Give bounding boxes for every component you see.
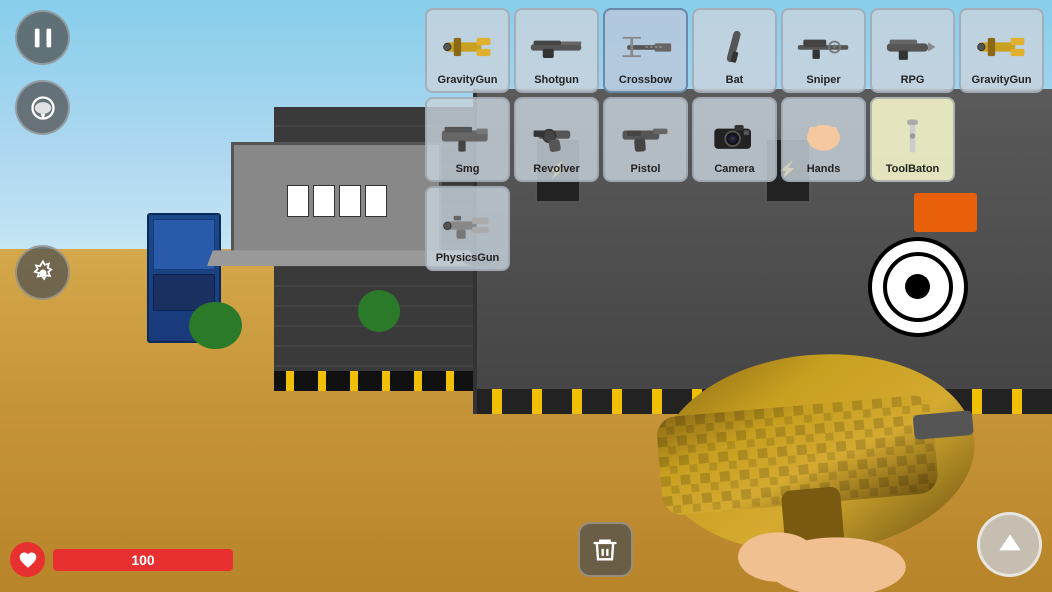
sniper-icon bbox=[794, 22, 854, 72]
range-target-4 bbox=[365, 185, 387, 217]
settings-button[interactable] bbox=[15, 245, 70, 300]
weapon-slot-bat[interactable]: Bat bbox=[692, 8, 777, 93]
revolver-label: Revolver bbox=[533, 163, 579, 175]
smg-icon bbox=[438, 111, 498, 161]
delete-button[interactable] bbox=[578, 522, 633, 577]
shotgun-icon bbox=[527, 22, 587, 72]
range-target-2 bbox=[313, 185, 335, 217]
settings-icon bbox=[29, 259, 57, 287]
health-icon bbox=[10, 542, 45, 577]
game-viewport: ⚡ ⚡ ⚡ ⚡ bbox=[0, 0, 1052, 592]
weapon-slot-sniper[interactable]: Sniper bbox=[781, 8, 866, 93]
camera-icon bbox=[705, 111, 765, 161]
heart-icon bbox=[18, 550, 38, 570]
range-target-1 bbox=[287, 185, 309, 217]
revolver-icon bbox=[527, 111, 587, 161]
jump-button[interactable] bbox=[977, 512, 1042, 577]
weapon-row-3: PhysicsGun bbox=[425, 186, 1044, 271]
weapon-slot-tool-baton[interactable]: ToolBaton bbox=[870, 97, 955, 182]
health-bar: 100 bbox=[53, 549, 233, 571]
gravity-gun-2-label: GravityGun bbox=[972, 74, 1032, 86]
weapon-row-1: GravityGun Shotgun bbox=[425, 8, 1044, 93]
weapon-slot-pistol[interactable]: Pistol bbox=[603, 97, 688, 182]
bat-label: Bat bbox=[726, 74, 744, 86]
camera-label: Camera bbox=[714, 163, 754, 175]
range-billboard bbox=[231, 142, 441, 260]
pistol-label: Pistol bbox=[631, 163, 661, 175]
health-value: 100 bbox=[131, 552, 154, 568]
weapon-slot-smg[interactable]: Smg bbox=[425, 97, 510, 182]
bat-icon bbox=[705, 22, 765, 72]
weapon-slot-gravity-gun-1[interactable]: GravityGun bbox=[425, 8, 510, 93]
plant-right bbox=[358, 290, 400, 331]
physics-gun-label: PhysicsGun bbox=[436, 252, 500, 264]
smg-label: Smg bbox=[456, 163, 480, 175]
crossbow-label: Crossbow bbox=[619, 74, 672, 86]
weapon-selection-grid: GravityGun Shotgun bbox=[425, 8, 1044, 271]
gravity-gun-2-icon bbox=[972, 22, 1032, 72]
tool-baton-icon bbox=[883, 111, 943, 161]
range-target-3 bbox=[339, 185, 361, 217]
weapon-slot-crossbow[interactable]: Crossbow bbox=[603, 8, 688, 93]
pause-button[interactable] bbox=[15, 10, 70, 65]
arrow-up-icon bbox=[994, 529, 1026, 561]
shotgun-label: Shotgun bbox=[534, 74, 579, 86]
weapon-slot-shotgun[interactable]: Shotgun bbox=[514, 8, 599, 93]
weapon-slot-revolver[interactable]: Revolver bbox=[514, 97, 599, 182]
hud-left-controls bbox=[15, 10, 70, 300]
crossbow-icon bbox=[616, 22, 676, 72]
hud-bottom: 100 bbox=[10, 512, 1042, 577]
weapon-slot-physics-gun[interactable]: PhysicsGun bbox=[425, 186, 510, 271]
tool-baton-label: ToolBaton bbox=[886, 163, 940, 175]
sniper-label: Sniper bbox=[806, 74, 840, 86]
trash-icon bbox=[591, 536, 619, 564]
pause-icon bbox=[29, 24, 57, 52]
physics-gun-icon bbox=[438, 200, 498, 250]
hands-label: Hands bbox=[807, 163, 841, 175]
rpg-icon bbox=[883, 22, 943, 72]
gravity-gun-1-icon bbox=[438, 22, 498, 72]
chat-button[interactable] bbox=[15, 80, 70, 135]
hands-icon bbox=[794, 111, 854, 161]
weapon-row-2: Smg Revolver bbox=[425, 97, 1044, 182]
pistol-icon bbox=[616, 111, 676, 161]
weapon-slot-gravity-gun-2[interactable]: GravityGun bbox=[959, 8, 1044, 93]
weapon-slot-camera[interactable]: Camera bbox=[692, 97, 777, 182]
health-container: 100 bbox=[10, 542, 233, 577]
rpg-label: RPG bbox=[901, 74, 925, 86]
weapon-slot-rpg[interactable]: RPG bbox=[870, 8, 955, 93]
plant-left bbox=[189, 302, 242, 349]
weapon-slot-hands[interactable]: Hands bbox=[781, 97, 866, 182]
gravity-gun-1-label: GravityGun bbox=[438, 74, 498, 86]
chat-icon bbox=[29, 94, 57, 122]
